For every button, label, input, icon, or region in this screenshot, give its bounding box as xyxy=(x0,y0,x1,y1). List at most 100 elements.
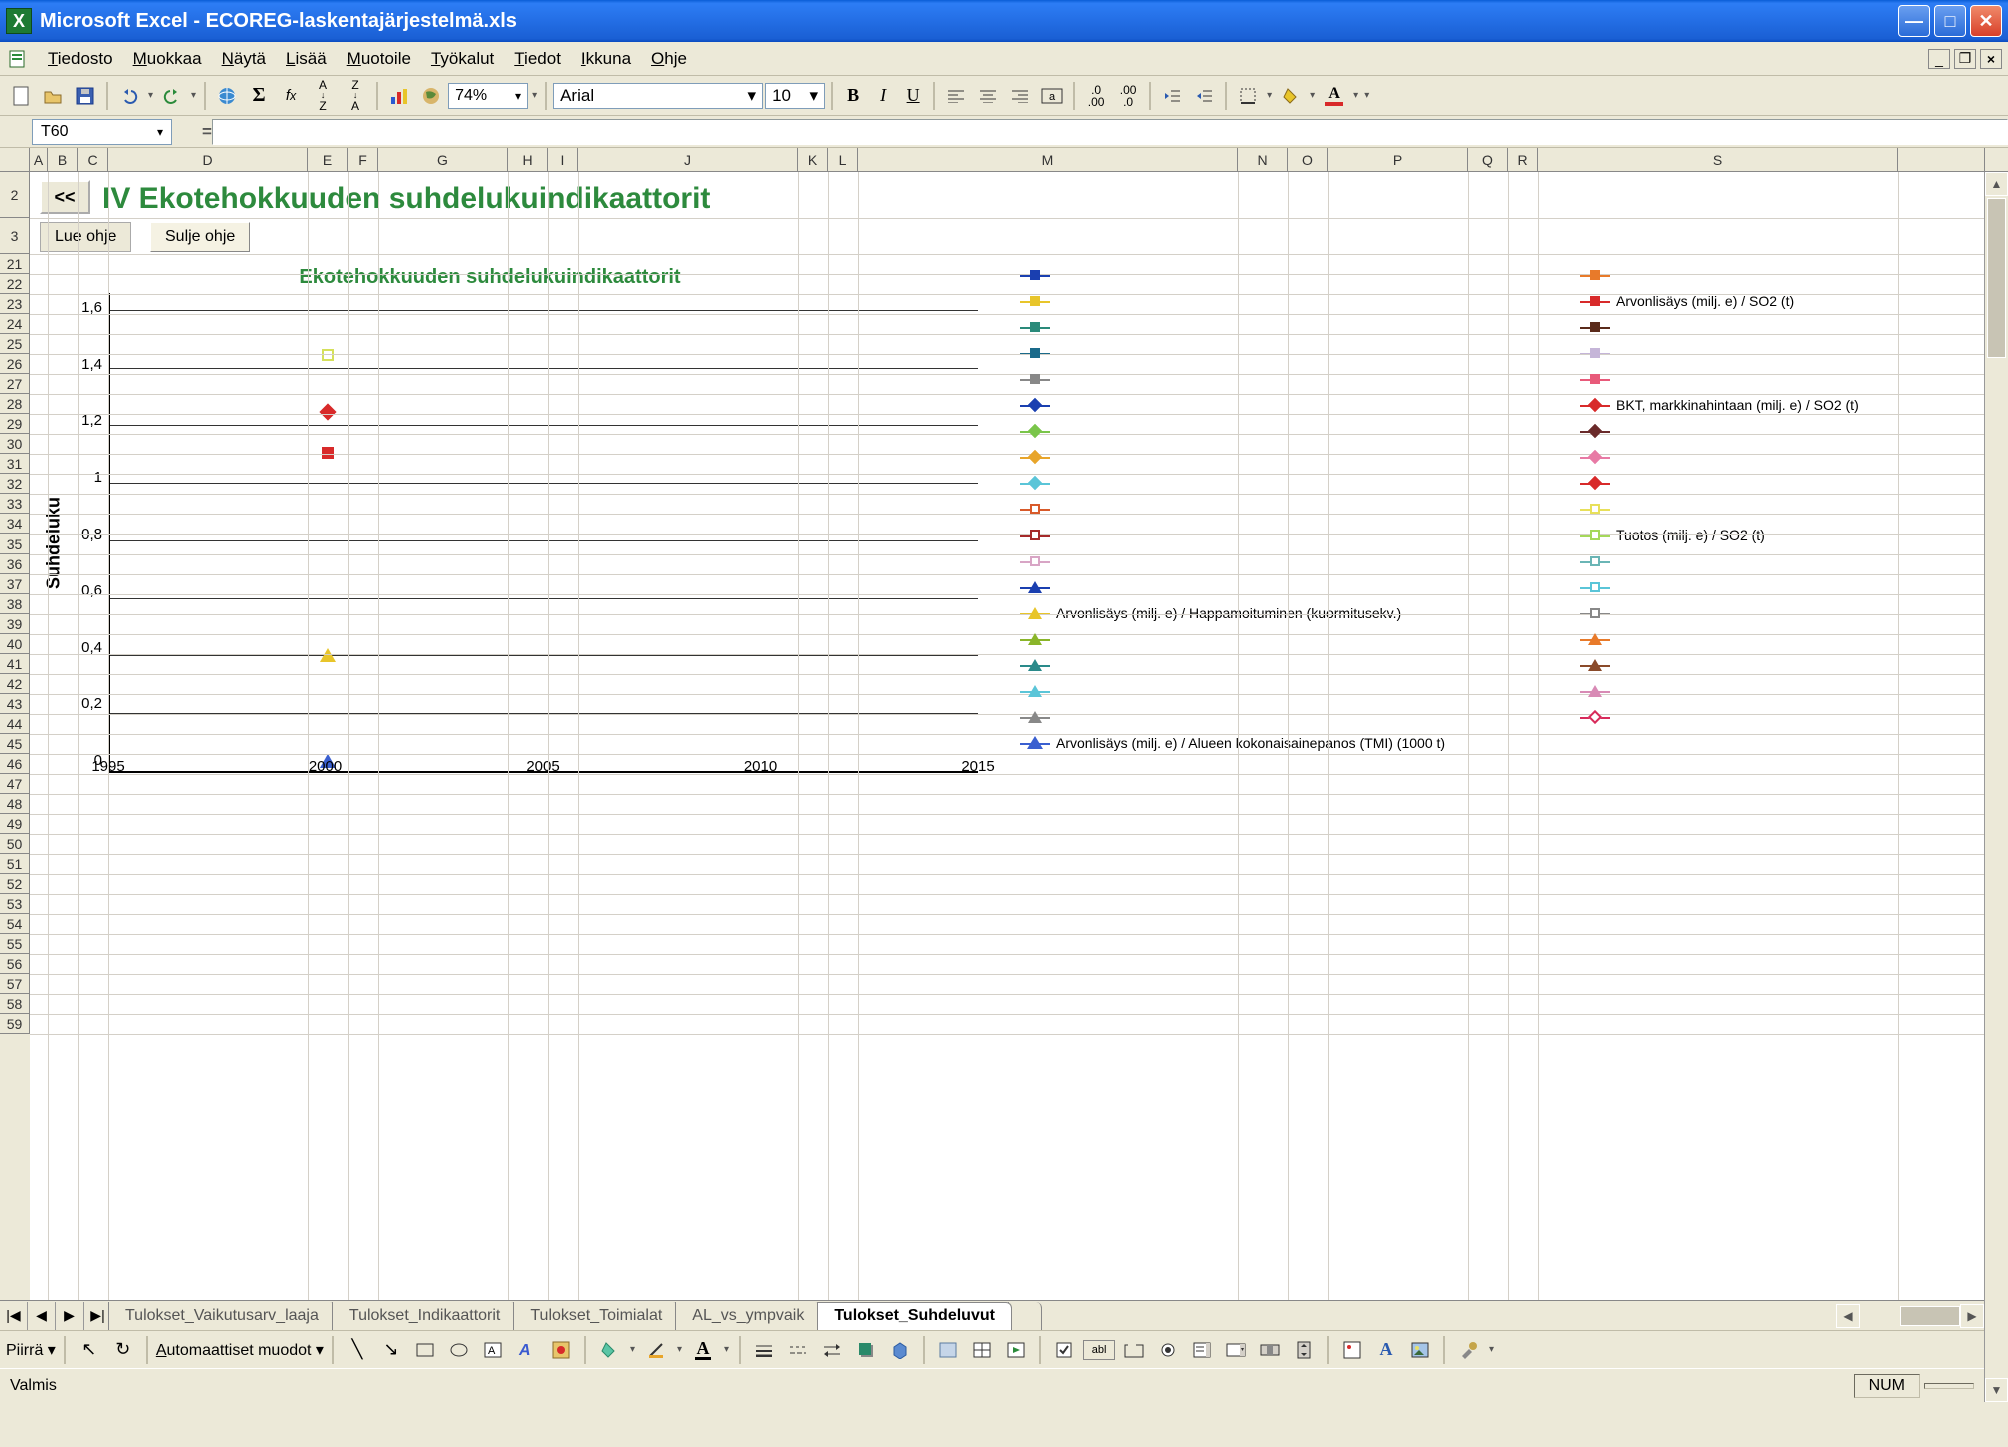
new-button[interactable] xyxy=(6,81,36,111)
menu-lisää[interactable]: Lisää xyxy=(276,45,337,73)
scroll-down-button[interactable]: ▼ xyxy=(1985,1378,2008,1402)
borders-dropdown[interactable]: ▾ xyxy=(1265,90,1274,101)
spinner-control-icon[interactable] xyxy=(1289,1335,1319,1365)
zoom-combo[interactable]: 74%▾ xyxy=(448,83,528,109)
paste-function-button[interactable]: fx xyxy=(276,81,306,111)
row-header-29[interactable]: 29 xyxy=(0,414,30,434)
row-header-30[interactable]: 30 xyxy=(0,434,30,454)
align-right-button[interactable] xyxy=(1005,81,1035,111)
row-header-22[interactable]: 22 xyxy=(0,274,30,294)
inner-close-button[interactable]: × xyxy=(1980,49,2002,69)
row-header-24[interactable]: 24 xyxy=(0,314,30,334)
dash-style-tool[interactable] xyxy=(783,1335,813,1365)
row-header-40[interactable]: 40 xyxy=(0,634,30,654)
name-box[interactable]: T60▾ xyxy=(32,119,172,145)
wordart-tool[interactable]: A xyxy=(512,1335,542,1365)
line-style-tool[interactable] xyxy=(749,1335,779,1365)
col-header-F[interactable]: F xyxy=(348,148,378,171)
tab-nav-2[interactable]: ▶ xyxy=(56,1302,84,1330)
menu-tiedosto[interactable]: Tiedosto xyxy=(38,45,123,73)
row-header-49[interactable]: 49 xyxy=(0,814,30,834)
col-header-E[interactable]: E xyxy=(308,148,348,171)
toolbar-overflow[interactable]: ▾ xyxy=(530,90,539,101)
col-header-K[interactable]: K xyxy=(798,148,828,171)
maximize-button[interactable]: □ xyxy=(1934,5,1966,37)
hscroll-left-button[interactable]: ◀ xyxy=(1836,1304,1860,1328)
decrease-decimal-button[interactable]: .00.0 xyxy=(1113,81,1143,111)
scroll-up-button[interactable]: ▲ xyxy=(1985,172,2008,196)
col-header-B[interactable]: B xyxy=(48,148,78,171)
menu-ikkuna[interactable]: Ikkuna xyxy=(571,45,641,73)
row-header-54[interactable]: 54 xyxy=(0,914,30,934)
sheet-tab-Tulokset_Suhdeluvut[interactable]: Tulokset_Suhdeluvut xyxy=(817,1302,1012,1330)
menu-muotoile[interactable]: Muotoile xyxy=(337,45,421,73)
sheet-tab-AL_vs_ympvaik[interactable]: AL_vs_ympvaik xyxy=(675,1302,821,1330)
row-header-47[interactable]: 47 xyxy=(0,774,30,794)
row-headers[interactable]: 2321222324252627282930313233343536373839… xyxy=(0,172,30,1402)
lue-ohje-button[interactable]: Lue ohje xyxy=(40,222,131,252)
sulje-ohje-button[interactable]: Sulje ohje xyxy=(150,222,250,252)
clipart-tool[interactable] xyxy=(546,1335,576,1365)
groupbox-control-icon[interactable] xyxy=(1119,1335,1149,1365)
properties-icon[interactable] xyxy=(1337,1335,1367,1365)
map-button[interactable] xyxy=(416,81,446,111)
row-header-36[interactable]: 36 xyxy=(0,554,30,574)
draw-menu[interactable]: Piirrä ▾ xyxy=(6,1340,56,1360)
row-header-31[interactable]: 31 xyxy=(0,454,30,474)
row-header-42[interactable]: 42 xyxy=(0,674,30,694)
scroll-thumb[interactable] xyxy=(1987,198,2006,358)
chart-object[interactable]: Ekotehokkuuden suhdelukuindikaattorit Su… xyxy=(40,262,1988,822)
col-header-N[interactable]: N xyxy=(1238,148,1288,171)
col-header-O[interactable]: O xyxy=(1288,148,1328,171)
textbox-control-icon[interactable]: abl xyxy=(1083,1340,1115,1360)
col-header-J[interactable]: J xyxy=(578,148,798,171)
menu-tiedot[interactable]: Tiedot xyxy=(504,45,571,73)
row-header-39[interactable]: 39 xyxy=(0,614,30,634)
inner-restore-button[interactable]: ❐ xyxy=(1954,49,1976,69)
row-header-34[interactable]: 34 xyxy=(0,514,30,534)
save-button[interactable] xyxy=(70,81,100,111)
row-header-48[interactable]: 48 xyxy=(0,794,30,814)
font-color-tool[interactable]: A xyxy=(688,1335,718,1365)
fill-color-tool[interactable] xyxy=(594,1335,624,1365)
col-header-R[interactable]: R xyxy=(1508,148,1538,171)
row-header-38[interactable]: 38 xyxy=(0,594,30,614)
form-design-icon[interactable] xyxy=(933,1335,963,1365)
open-button[interactable] xyxy=(38,81,68,111)
checkbox-control-icon[interactable] xyxy=(1049,1335,1079,1365)
fill-color-button[interactable] xyxy=(1276,81,1306,111)
redo-dropdown[interactable]: ▾ xyxy=(189,90,198,101)
arrow-style-tool[interactable] xyxy=(817,1335,847,1365)
row-header-56[interactable]: 56 xyxy=(0,954,30,974)
italic-button[interactable]: I xyxy=(869,81,897,111)
undo-dropdown[interactable]: ▾ xyxy=(146,90,155,101)
listbox-control-icon[interactable] xyxy=(1187,1335,1217,1365)
code-icon-a[interactable]: A xyxy=(1371,1335,1401,1365)
row-header-58[interactable]: 58 xyxy=(0,994,30,1014)
col-header-P[interactable]: P xyxy=(1328,148,1468,171)
font-color-button[interactable]: A xyxy=(1319,81,1349,111)
sort-desc-button[interactable]: Z↓A xyxy=(340,81,370,111)
col-header-D[interactable]: D xyxy=(108,148,308,171)
select-all-corner[interactable] xyxy=(0,148,30,172)
row-header-23[interactable]: 23 xyxy=(0,294,30,314)
row-header-37[interactable]: 37 xyxy=(0,574,30,594)
col-header-M[interactable]: M xyxy=(858,148,1238,171)
merge-center-button[interactable]: a xyxy=(1037,81,1067,111)
row-header-51[interactable]: 51 xyxy=(0,854,30,874)
vertical-scrollbar[interactable]: ▲ ▼ xyxy=(1984,172,2008,1402)
rotate-button[interactable]: ↻ xyxy=(108,1335,138,1365)
undo-button[interactable] xyxy=(114,81,144,111)
oval-tool[interactable] xyxy=(444,1335,474,1365)
row-header-43[interactable]: 43 xyxy=(0,694,30,714)
line-tool[interactable]: ╲ xyxy=(342,1335,372,1365)
underline-button[interactable]: U xyxy=(899,81,927,111)
autosum-button[interactable]: Σ xyxy=(244,81,274,111)
formula-input[interactable] xyxy=(212,119,2008,145)
fill-color-dropdown[interactable]: ▾ xyxy=(1308,90,1317,101)
minimize-button[interactable]: — xyxy=(1898,5,1930,37)
image-control-icon[interactable] xyxy=(1405,1335,1435,1365)
row-header-33[interactable]: 33 xyxy=(0,494,30,514)
decrease-indent-button[interactable] xyxy=(1157,81,1187,111)
inner-minimize-button[interactable]: _ xyxy=(1928,49,1950,69)
